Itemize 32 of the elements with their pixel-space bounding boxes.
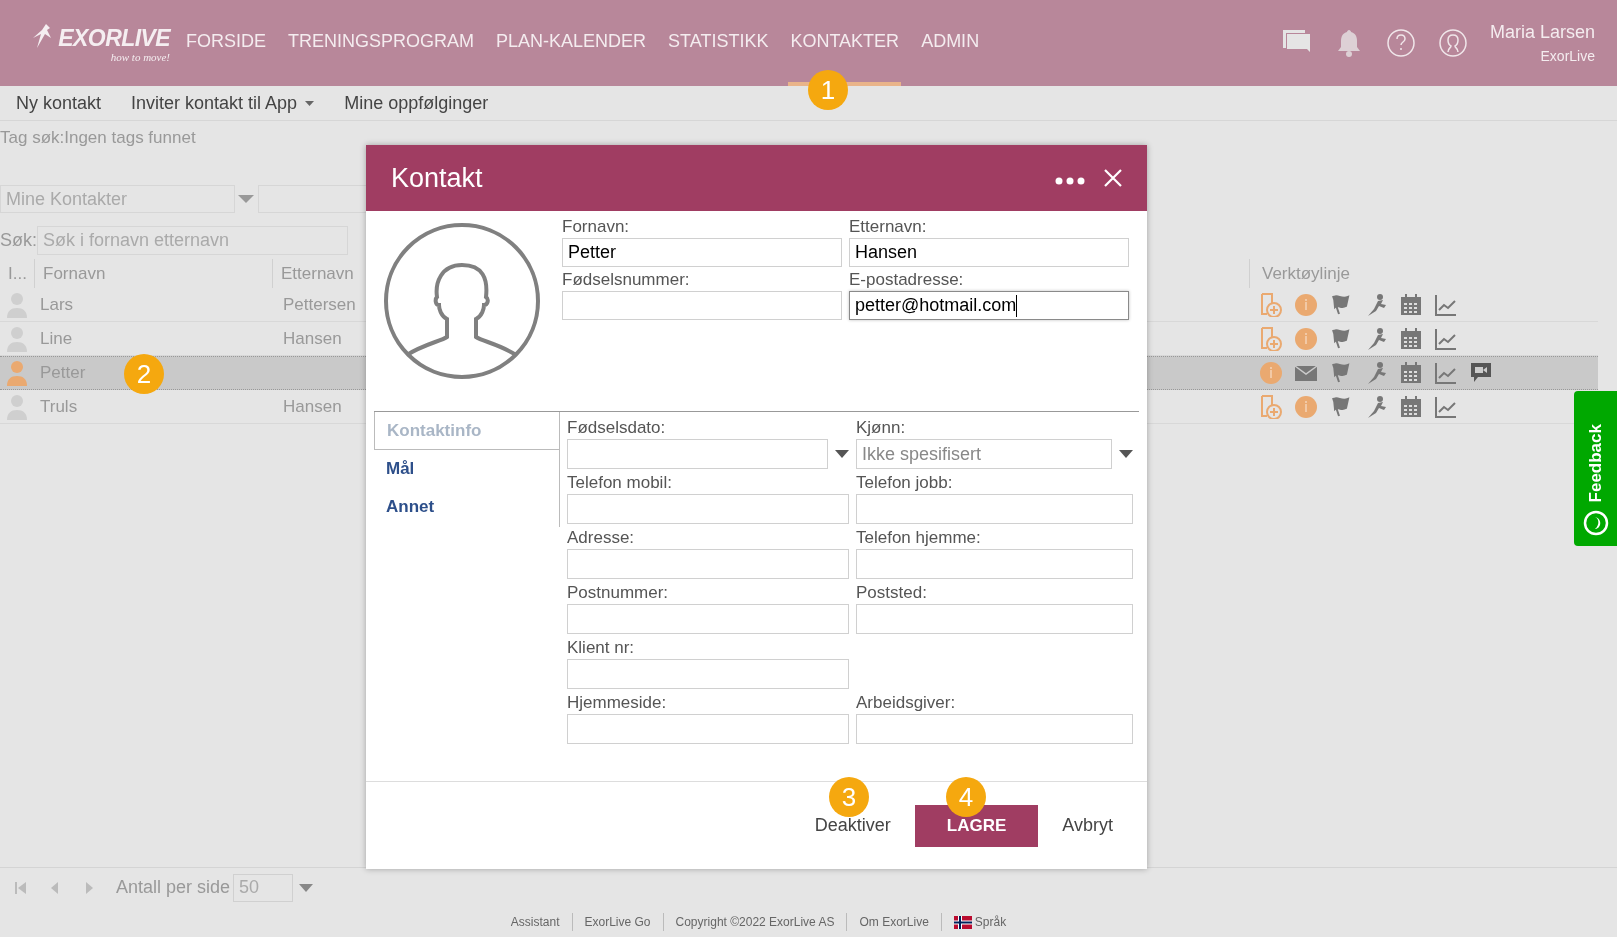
field-label: Telefon jobb:	[856, 472, 954, 494]
field-label: Fødselsnummer:	[562, 270, 691, 290]
logo-wordmark: EXORLIVE	[58, 23, 170, 53]
search-label: Søk:	[0, 229, 37, 252]
tag-search-text: Tag søk:Ingen tags funnet	[0, 127, 197, 149]
step-badge: 2	[124, 354, 164, 394]
field-label: Postnummer:	[567, 582, 670, 604]
copyright-text: Copyright ©2022 ExorLive AS	[675, 914, 835, 931]
user-name: Maria Larsen	[1489, 21, 1595, 44]
field-label: Etternavn:	[849, 217, 928, 237]
dialog-title: Kontakt	[391, 161, 484, 195]
user-organization: ExorLive	[1540, 47, 1595, 66]
field-label: Poststed:	[856, 582, 928, 604]
table-cell-text: Line	[40, 327, 73, 350]
field-label: Fornavn:	[562, 217, 631, 237]
field-label: Klient nr:	[567, 637, 636, 659]
table-cell-text: Lars	[40, 293, 74, 316]
field-label: Adresse:	[567, 527, 636, 549]
table-cell-text: Hansen	[283, 395, 342, 418]
step-badge: 1	[808, 70, 848, 110]
field-label: Telefon hjemme:	[856, 527, 982, 549]
field-label: E-postadresse:	[849, 270, 965, 290]
per-page-label: Antall per side	[116, 876, 231, 899]
table-cell-text: Hansen	[283, 327, 342, 350]
field-label: Kjønn:	[856, 417, 907, 439]
field-label: Arbeidsgiver:	[856, 692, 957, 714]
logo-tagline: how to move!	[110, 50, 170, 65]
table-cell-text: Truls	[40, 395, 78, 418]
field-label: Fødselsdato:	[567, 417, 667, 439]
field-label: Telefon mobil:	[567, 472, 673, 494]
field-label: Hjemmeside:	[567, 692, 668, 714]
table-cell-text: Pettersen	[283, 293, 356, 316]
